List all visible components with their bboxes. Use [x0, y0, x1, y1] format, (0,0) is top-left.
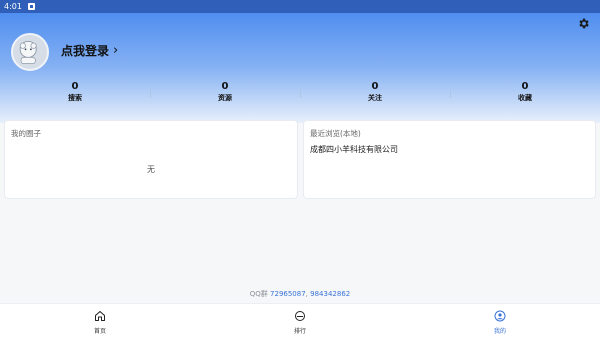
empty-text: 无: [147, 165, 155, 174]
stat-favorites[interactable]: 0 收藏: [450, 80, 600, 106]
nav-label: 首页: [93, 328, 106, 335]
stat-resources[interactable]: 0 资源: [150, 80, 300, 106]
home-icon: [95, 311, 105, 321]
stat-label: 收藏: [518, 94, 532, 102]
stat-follow[interactable]: 0 关注: [300, 80, 450, 106]
status-time: 4:01: [4, 2, 22, 11]
nav-home[interactable]: 首页: [0, 304, 200, 338]
bottom-nav: 首页 排行 我的: [0, 303, 600, 338]
recent-browse-card: 最近浏览(本地) 成都四小羊科技有限公司: [303, 120, 596, 199]
stats-row: 0 搜索 0 资源 0 关注 0 收藏: [0, 80, 600, 106]
card-title: 最近浏览(本地): [310, 129, 361, 138]
nav-label: 排行: [293, 328, 306, 335]
qq-number-link[interactable]: 72965087: [270, 290, 306, 298]
qq-label: QQ群: [249, 290, 268, 298]
my-circles-card[interactable]: 我的圈子 无: [4, 120, 298, 199]
stat-label: 搜索: [68, 94, 82, 102]
list-item[interactable]: 成都四小羊科技有限公司: [310, 144, 398, 155]
card-title: 我的圈子: [11, 129, 41, 138]
qq-separator: ,: [305, 290, 308, 298]
stat-value: 0: [221, 81, 229, 92]
stat-label: 关注: [368, 94, 382, 102]
login-link[interactable]: 点我登录 ›: [61, 42, 118, 59]
stat-label: 资源: [218, 94, 232, 102]
profile-header: [0, 13, 600, 123]
nav-profile[interactable]: 我的: [400, 304, 600, 338]
ranking-icon: [295, 311, 305, 321]
stat-value: 0: [71, 81, 79, 92]
nav-label: 我的: [493, 328, 506, 335]
notification-icon: [27, 3, 35, 10]
profile-icon: [494, 310, 506, 322]
stat-search[interactable]: 0 搜索: [0, 80, 150, 106]
avatar[interactable]: [11, 33, 49, 71]
stat-value: 0: [521, 81, 529, 92]
qq-group-info: QQ群 72965087, 984342862: [0, 289, 600, 299]
stat-value: 0: [371, 81, 379, 92]
nav-ranking[interactable]: 排行: [200, 304, 400, 338]
qq-number-link[interactable]: 984342862: [310, 290, 350, 298]
chevron-right-icon: ›: [113, 43, 119, 58]
sheep-avatar-icon: [13, 35, 44, 66]
gear-icon[interactable]: [577, 17, 590, 30]
login-label: 点我登录: [61, 44, 110, 58]
status-bar: 4:01: [0, 0, 600, 13]
